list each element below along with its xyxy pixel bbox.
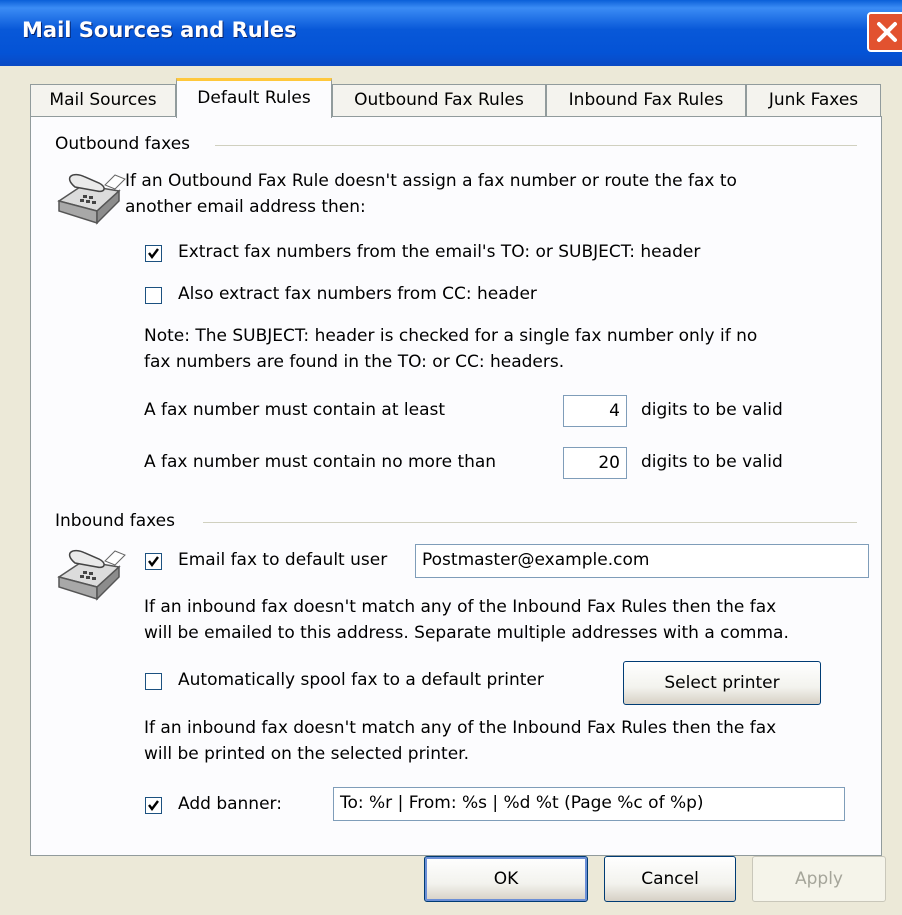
max-digits-label: A fax number must contain no more than — [144, 452, 497, 472]
tab-outbound-fax-rules[interactable]: Outbound Fax Rules — [332, 84, 546, 116]
spool-printer-label[interactable]: Automatically spool fax to a default pri… — [178, 670, 544, 690]
outbound-intro-line1: If an Outbound Fax Rule doesn't assign a… — [125, 171, 737, 191]
extract-cc-checkbox[interactable] — [145, 287, 162, 304]
max-digits-suffix: digits to be valid — [641, 452, 783, 472]
tab-mail-sources[interactable]: Mail Sources — [30, 84, 176, 116]
tab-label: Inbound Fax Rules — [568, 90, 724, 110]
outbound-note-line2: fax numbers are found in the TO: or CC: … — [144, 352, 565, 372]
default-user-email-input[interactable]: Postmaster@example.com — [415, 544, 869, 578]
default-rules-panel: Outbound faxes If an Outbound Fax Rule d… — [30, 116, 882, 856]
min-digits-label: A fax number must contain at least — [144, 400, 446, 420]
spool-printer-checkbox[interactable] — [145, 673, 162, 690]
checkmark-icon — [148, 556, 159, 567]
fax-machine-icon — [57, 549, 126, 601]
tab-label: Mail Sources — [49, 90, 157, 110]
email-default-user-checkbox[interactable] — [145, 553, 162, 570]
email-note-line1: If an inbound fax doesn't match any of t… — [144, 597, 777, 617]
apply-button[interactable]: Apply — [752, 856, 886, 902]
checkmark-icon — [148, 800, 159, 811]
outbound-intro-line2: another email address then: — [125, 197, 366, 217]
add-banner-label[interactable]: Add banner: — [178, 794, 282, 814]
dialog-window: Mail Sources and Rules Mail Sources Defa… — [0, 0, 902, 915]
cancel-button[interactable]: Cancel — [604, 856, 736, 902]
min-digits-suffix: digits to be valid — [641, 400, 783, 420]
outbound-group-divider — [215, 145, 857, 146]
outbound-note-line1: Note: The SUBJECT: header is checked for… — [144, 326, 758, 346]
tab-label: Junk Faxes — [768, 90, 859, 110]
select-printer-button[interactable]: Select printer — [623, 661, 821, 705]
min-digits-input[interactable]: 4 — [563, 395, 627, 427]
fax-machine-icon — [57, 173, 126, 225]
checkmark-icon — [148, 248, 159, 259]
banner-text-input[interactable]: To: %r | From: %s | %d %t (Page %c of %p… — [333, 787, 845, 821]
email-default-user-label[interactable]: Email fax to default user — [178, 550, 387, 570]
tab-default-rules[interactable]: Default Rules — [176, 78, 332, 118]
max-digits-input[interactable]: 20 — [563, 447, 627, 479]
extract-cc-label[interactable]: Also extract fax numbers from CC: header — [178, 284, 537, 304]
print-note-line1: If an inbound fax doesn't match any of t… — [144, 718, 777, 738]
close-button[interactable] — [867, 12, 902, 52]
close-icon — [877, 22, 897, 42]
extract-to-subject-label[interactable]: Extract fax numbers from the email's TO:… — [178, 242, 700, 262]
tab-inbound-fax-rules[interactable]: Inbound Fax Rules — [546, 84, 746, 116]
tab-junk-faxes[interactable]: Junk Faxes — [746, 84, 881, 116]
window-title: Mail Sources and Rules — [22, 18, 297, 42]
tab-label: Outbound Fax Rules — [354, 90, 524, 110]
inbound-group-divider — [203, 522, 857, 523]
tab-label: Default Rules — [197, 88, 311, 108]
ok-button[interactable]: OK — [424, 856, 588, 902]
title-bar[interactable]: Mail Sources and Rules — [0, 0, 902, 66]
email-note-line2: will be emailed to this address. Separat… — [144, 623, 789, 643]
extract-to-subject-checkbox[interactable] — [145, 245, 162, 262]
outbound-group-label: Outbound faxes — [55, 134, 191, 154]
inbound-group-label: Inbound faxes — [55, 511, 175, 531]
print-note-line2: will be printed on the selected printer. — [144, 744, 470, 764]
add-banner-checkbox[interactable] — [145, 797, 162, 814]
